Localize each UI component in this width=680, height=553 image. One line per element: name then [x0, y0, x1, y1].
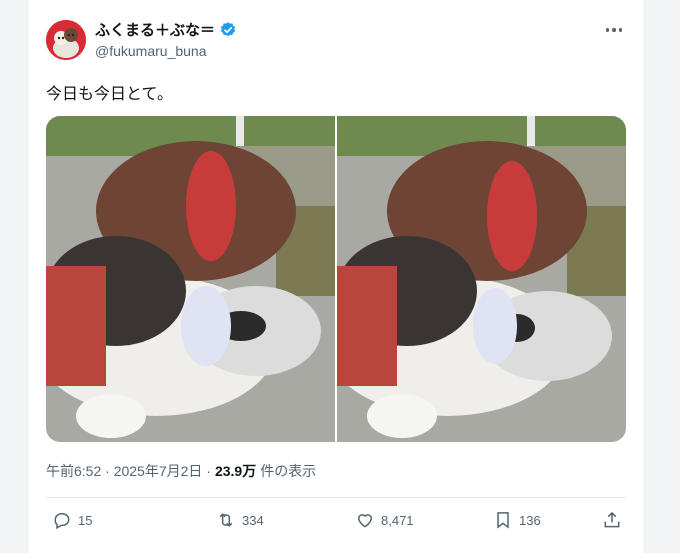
author-handle[interactable]: @fukumaru_buna — [95, 43, 207, 59]
like-count: 8,471 — [381, 512, 414, 528]
share-icon — [604, 511, 620, 528]
author-name-row: ふくまる＋ぶな＝ — [95, 19, 237, 40]
more-icon[interactable] — [603, 22, 625, 38]
action-bar: 15 334 8,471 136 — [46, 510, 626, 536]
reply-icon — [54, 513, 70, 530]
retweet-icon — [219, 513, 233, 527]
divider — [46, 497, 626, 498]
dog-photo-right[interactable] — [327, 116, 626, 442]
bookmark-icon — [497, 512, 509, 529]
retweet-count: 334 — [242, 512, 264, 528]
bookmark-count: 136 — [519, 512, 541, 528]
bookmark-button[interactable]: 136 — [493, 510, 541, 530]
tweet-media[interactable] — [46, 116, 626, 442]
tweet-timestamp[interactable]: 午前6:52 · 2025年7月2日 · — [46, 461, 211, 481]
tweet-card: ふくまる＋ぶな＝ @fukumaru_buna 今日も今日とて。 午前6:52 … — [29, 0, 643, 553]
author-display-name[interactable]: ふくまる＋ぶな＝ — [95, 19, 215, 40]
share-button[interactable] — [602, 510, 622, 530]
like-button[interactable]: 8,471 — [355, 510, 414, 530]
avatar[interactable] — [46, 20, 86, 60]
like-icon — [357, 514, 373, 528]
verified-badge-icon — [220, 21, 236, 36]
reply-count: 15 — [78, 512, 93, 528]
retweet-button[interactable]: 334 — [216, 510, 264, 530]
views-label: 件の表示 — [260, 463, 317, 479]
tweet-text: 今日も今日とて。 — [46, 86, 174, 103]
views-count: 23.9万 — [214, 463, 257, 479]
tweet-meta: 午前6:52 · 2025年7月2日 · 23.9万 件の表示 — [46, 461, 316, 481]
reply-button[interactable]: 15 — [52, 510, 92, 530]
dog-photo-left[interactable] — [46, 116, 335, 442]
